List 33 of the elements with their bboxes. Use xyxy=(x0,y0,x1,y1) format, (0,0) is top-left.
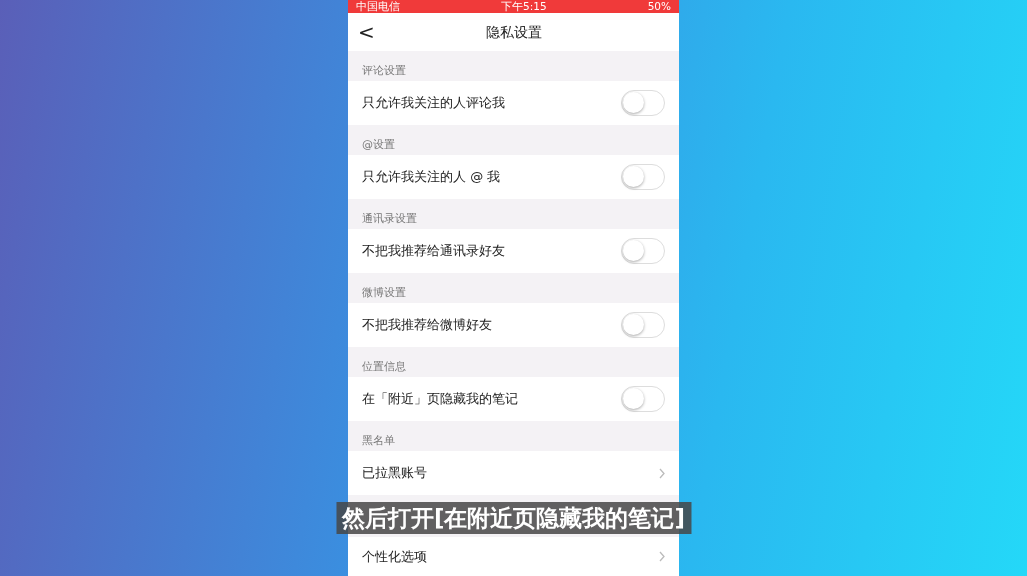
toggle-switch[interactable] xyxy=(621,90,665,116)
section-header: @设置 xyxy=(361,137,396,153)
row-label: 只允许我关注的人 @ 我 xyxy=(362,168,501,187)
toggle-switch[interactable] xyxy=(621,386,665,412)
row-label: 只允许我关注的人评论我 xyxy=(362,94,505,113)
settings-row[interactable]: 已拉黑账号 xyxy=(348,451,679,495)
back-button[interactable]: < xyxy=(348,13,385,51)
settings-row[interactable]: 个性化选项 xyxy=(348,537,679,576)
carrier-name: 中国电信 xyxy=(356,0,400,13)
toggle-switch[interactable] xyxy=(621,164,665,190)
settings-row[interactable]: 不把我推荐给通讯录好友 xyxy=(348,229,679,273)
clock-time: 下午5:15 xyxy=(501,0,547,13)
row-label: 在「附近」页隐藏我的笔记 xyxy=(362,390,518,409)
video-caption: 然后打开[在附近页隐藏我的笔记] xyxy=(336,502,691,534)
section-header: 微博设置 xyxy=(361,285,407,301)
toggle-switch[interactable] xyxy=(621,312,665,338)
settings-row[interactable]: 只允许我关注的人评论我 xyxy=(348,81,679,125)
toggle-switch[interactable] xyxy=(621,238,665,264)
section-header: 黑名单 xyxy=(361,433,396,449)
section-header: 位置信息 xyxy=(361,359,407,375)
row-label: 不把我推荐给微博好友 xyxy=(362,316,492,335)
settings-row[interactable]: 只允许我关注的人 @ 我 xyxy=(348,155,679,199)
battery-level: 50% xyxy=(647,0,671,13)
chevron-icon xyxy=(659,467,665,479)
page-title: 隐私设置 xyxy=(485,23,542,42)
row-label: 不把我推荐给通讯录好友 xyxy=(362,242,505,261)
row-label: 个性化选项 xyxy=(362,547,427,566)
row-label: 已拉黑账号 xyxy=(362,464,427,483)
section-header: 评论设置 xyxy=(361,63,407,79)
settings-row[interactable]: 在「附近」页隐藏我的笔记 xyxy=(348,377,679,421)
section-header: 通讯录设置 xyxy=(361,211,418,227)
chevron-icon xyxy=(659,551,665,562)
settings-row[interactable]: 不把我推荐给微博好友 xyxy=(348,303,679,347)
